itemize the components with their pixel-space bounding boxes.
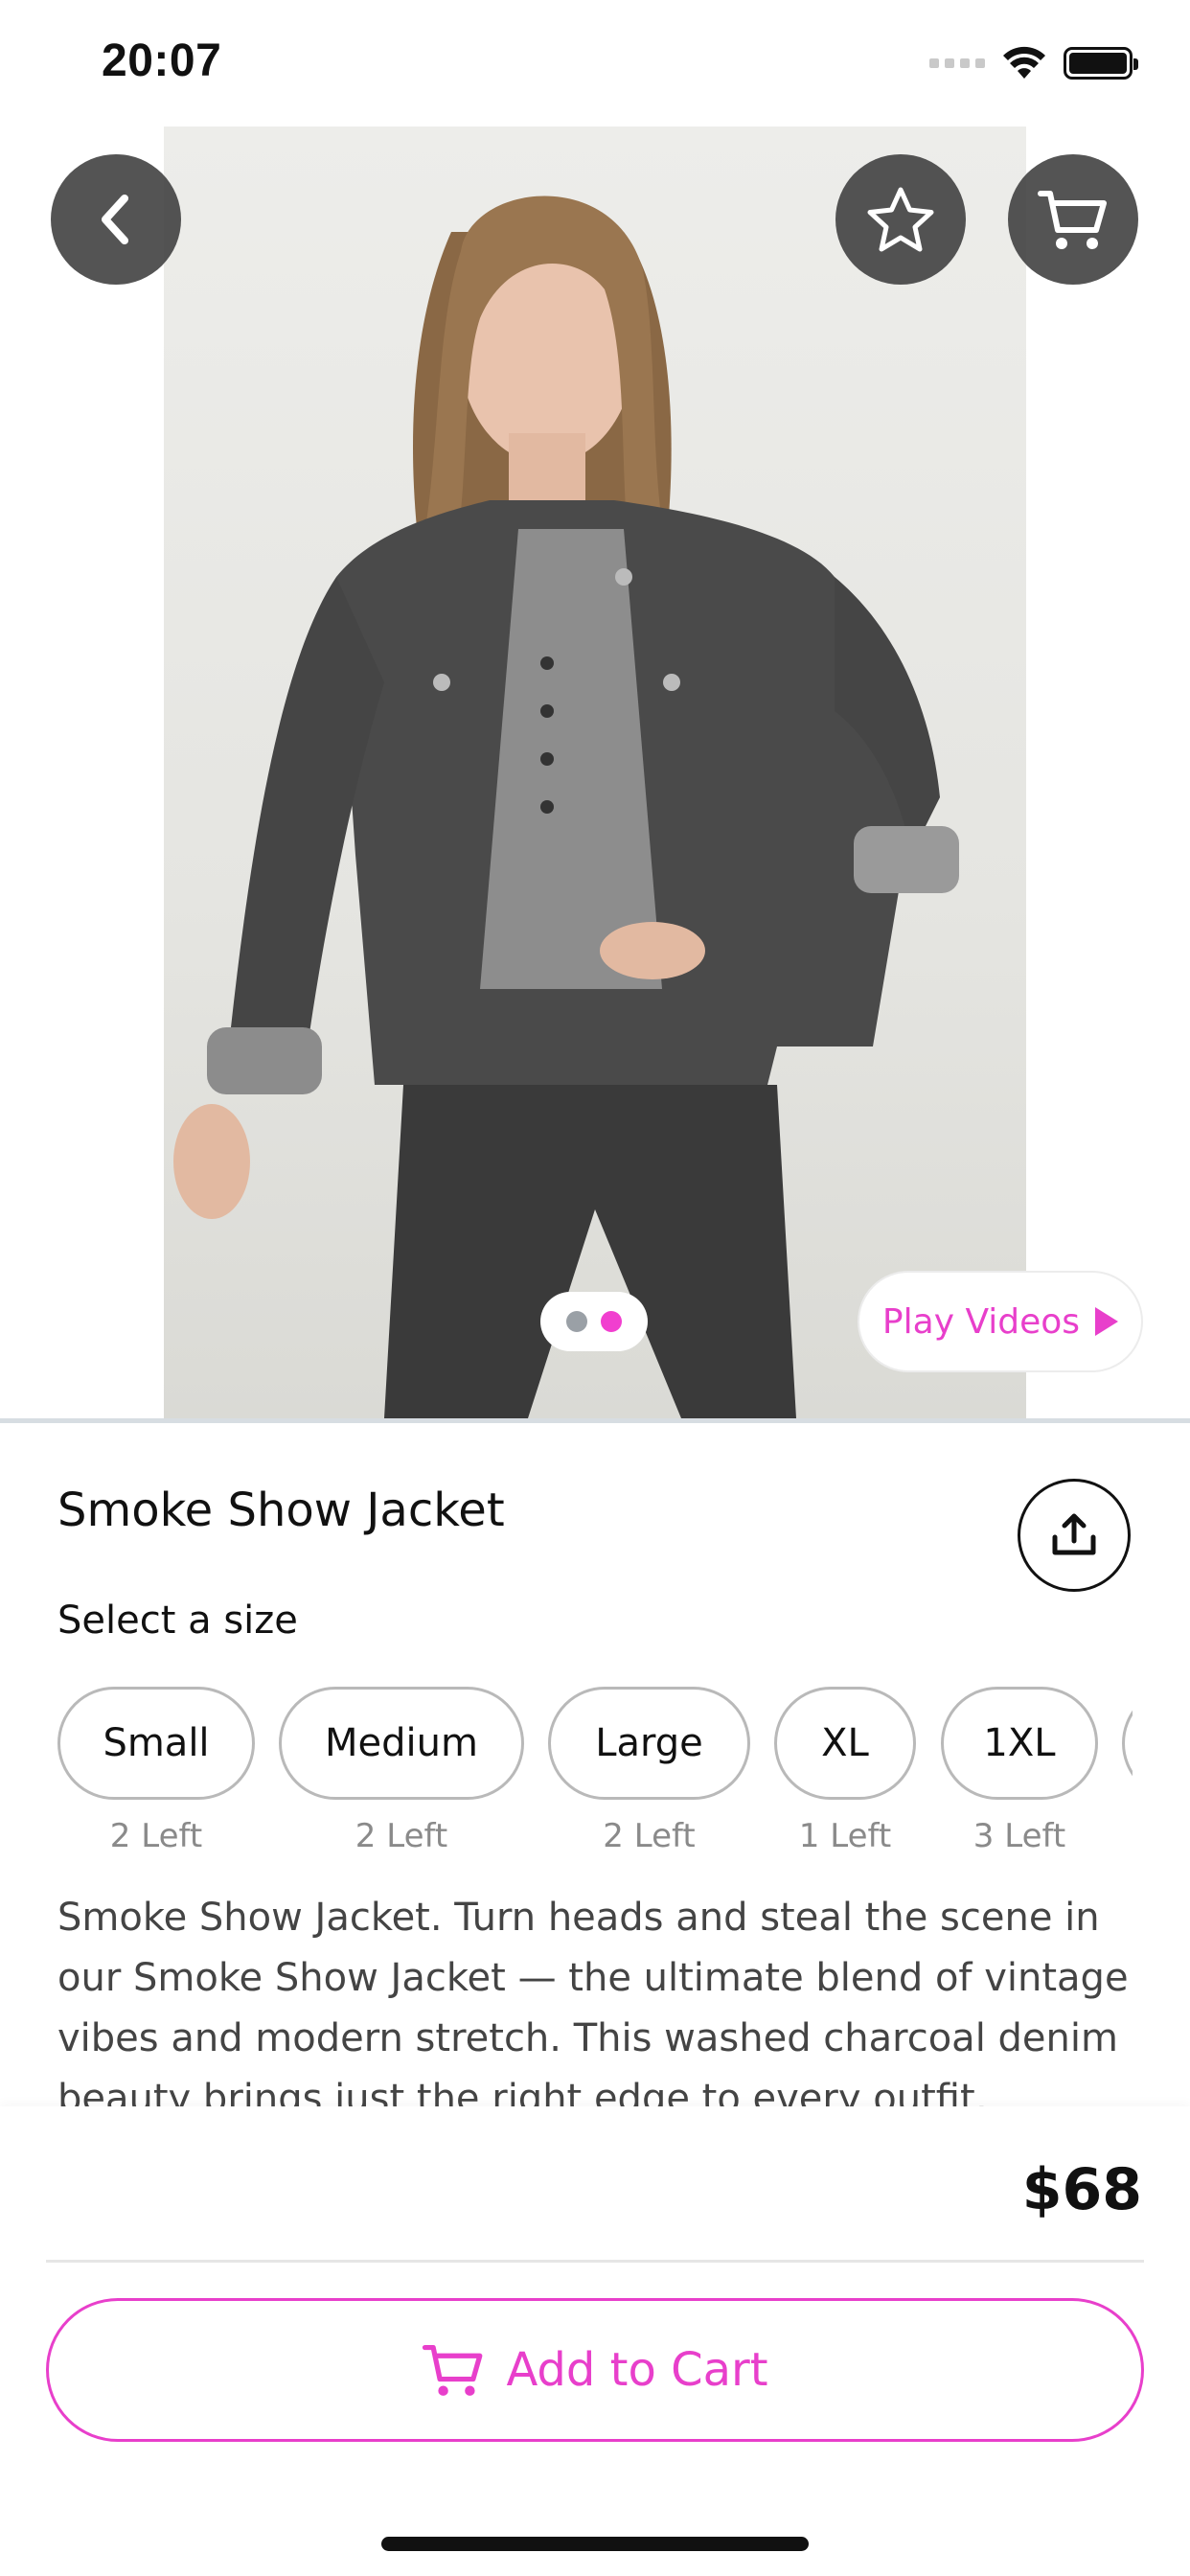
section-divider <box>0 1418 1190 1423</box>
product-photo <box>164 126 1026 1418</box>
share-button[interactable] <box>1018 1479 1131 1592</box>
add-to-cart-label: Add to Cart <box>506 2343 768 2397</box>
back-button[interactable] <box>51 154 181 285</box>
size-stock-1xl: 3 Left <box>973 1817 1066 1855</box>
checkout-divider <box>46 2260 1144 2263</box>
status-icons <box>929 46 1138 80</box>
battery-icon <box>1064 47 1138 80</box>
carousel-dot-active[interactable] <box>601 1311 622 1332</box>
cellular-signal-icon <box>929 58 985 68</box>
share-icon <box>1052 1513 1096 1555</box>
star-icon <box>867 187 934 252</box>
carousel-dot[interactable] <box>566 1311 587 1332</box>
carousel-indicator[interactable] <box>540 1292 648 1351</box>
size-option-1xl[interactable]: 1XL <box>941 1687 1098 1800</box>
size-selector[interactable]: Small 2 Left Medium 2 Left Large 2 Left … <box>57 1687 1133 1859</box>
size-option-small[interactable]: Small <box>57 1687 255 1800</box>
product-image-carousel[interactable]: Play Videos <box>0 126 1190 1418</box>
cart-icon <box>1038 191 1107 249</box>
size-heading: Select a size <box>57 1598 298 1643</box>
chevron-left-icon <box>102 195 128 244</box>
play-icon <box>1095 1307 1119 1336</box>
status-bar: 20:07 <box>0 0 1190 126</box>
size-stock-xl: 1 Left <box>798 1817 892 1855</box>
size-option-xl[interactable]: XL <box>774 1687 916 1800</box>
cart-icon <box>423 2344 483 2396</box>
checkout-bar: $68 Add to Cart <box>0 2106 1190 2576</box>
product-title: Smoke Show Jacket <box>57 1484 505 1537</box>
add-to-cart-button[interactable]: Add to Cart <box>46 2298 1144 2442</box>
size-stock-medium: 2 Left <box>355 1817 448 1855</box>
product-price: $68 <box>1021 2156 1142 2223</box>
product-photo-illustration <box>173 196 959 1418</box>
size-option-more[interactable] <box>1122 1687 1133 1800</box>
home-indicator[interactable] <box>381 2537 809 2551</box>
size-stock-large: 2 Left <box>603 1817 696 1855</box>
size-stock-small: 2 Left <box>109 1817 203 1855</box>
play-videos-button[interactable]: Play Videos <box>858 1271 1143 1372</box>
favorite-button[interactable] <box>835 154 966 285</box>
size-option-medium[interactable]: Medium <box>279 1687 524 1800</box>
wifi-icon <box>1003 46 1045 79</box>
cart-button[interactable] <box>1008 154 1138 285</box>
product-description: Smoke Show Jacket. Turn heads and steal … <box>57 1896 1129 2106</box>
size-option-large[interactable]: Large <box>548 1687 750 1800</box>
play-videos-label: Play Videos <box>881 1301 1081 1342</box>
status-time: 20:07 <box>102 35 222 86</box>
